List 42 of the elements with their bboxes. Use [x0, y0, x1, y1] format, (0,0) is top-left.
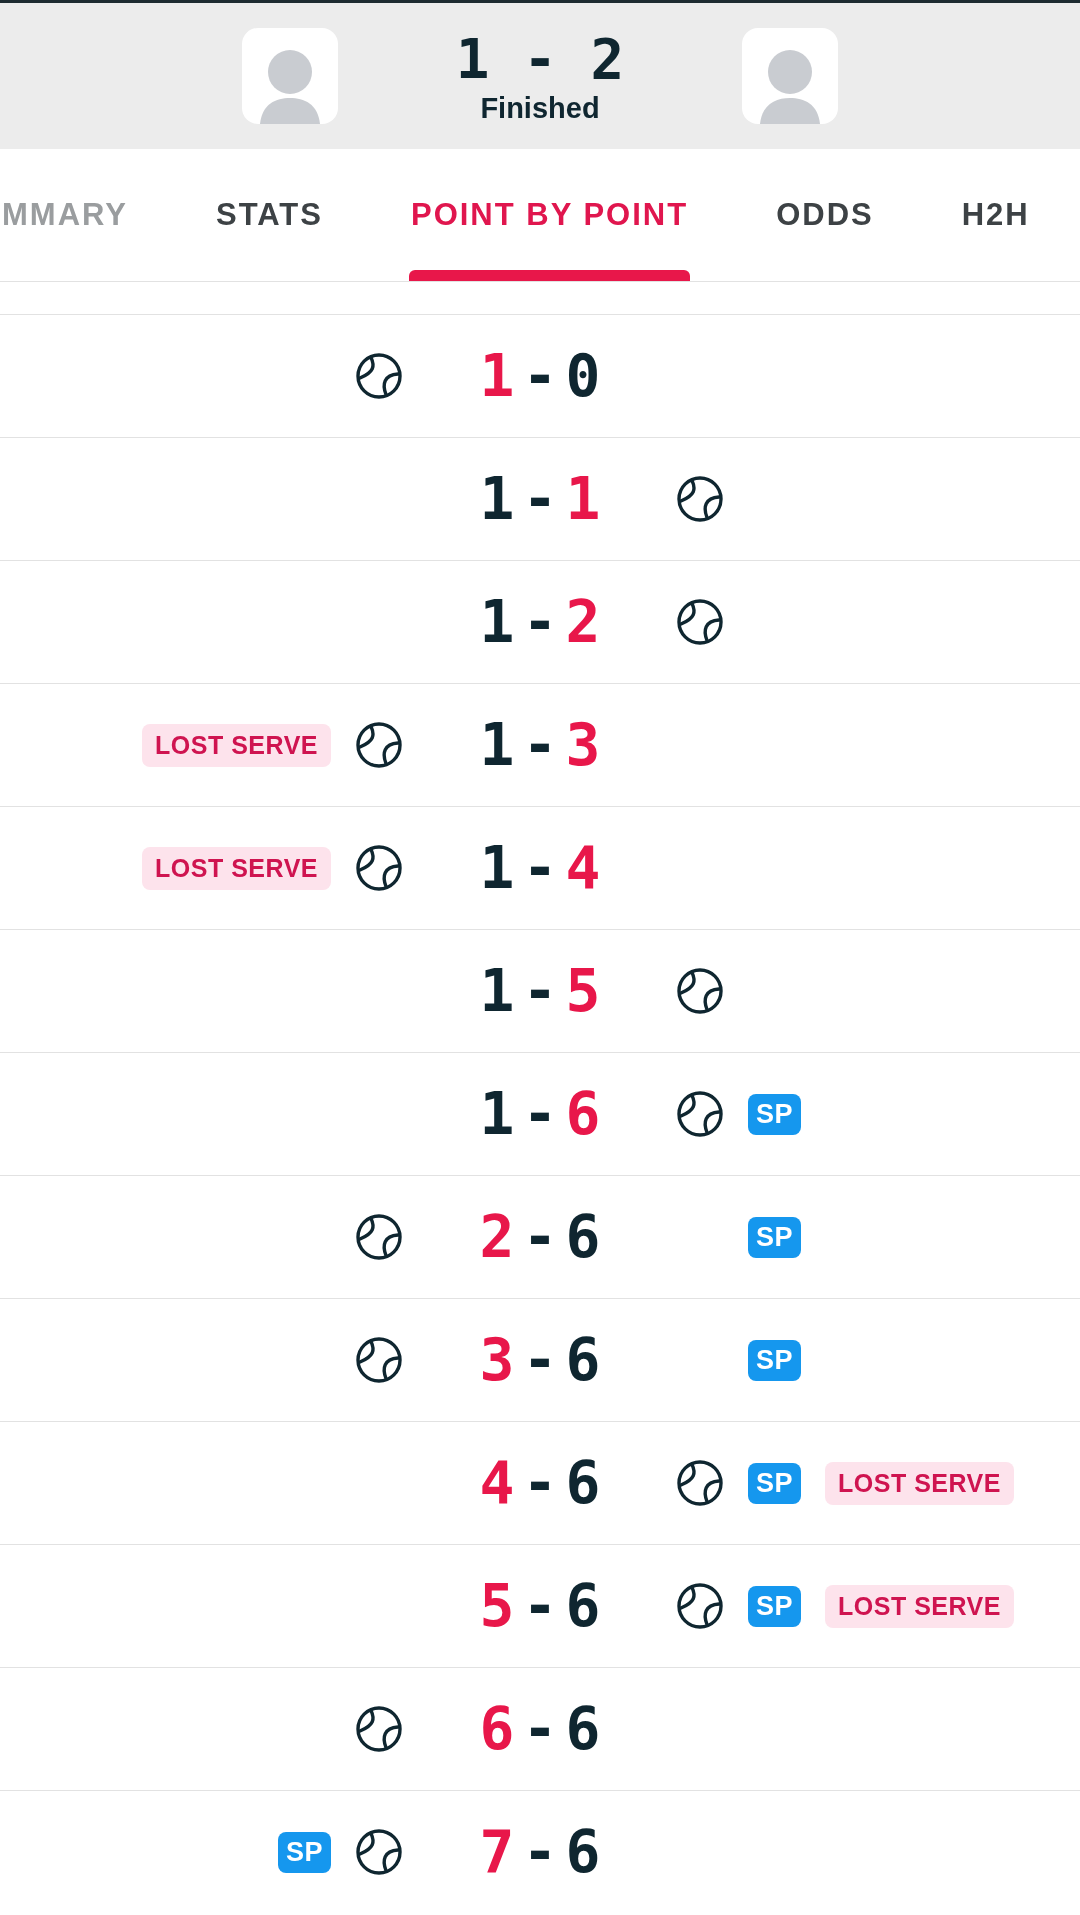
set-point-badge: SP: [748, 1216, 802, 1258]
game-score: 1-0: [479, 342, 601, 410]
tennis-ball-icon: [355, 352, 403, 400]
tennis-ball-icon: [355, 1705, 403, 1753]
game-score: 1-3: [479, 711, 601, 779]
tennis-ball-icon: [676, 475, 724, 523]
tab[interactable]: H2H: [959, 149, 1032, 281]
set-point-badge: SP: [748, 1585, 802, 1627]
match-score: 1 - 2: [455, 27, 625, 90]
tennis-ball-icon: [355, 1336, 403, 1384]
set-point-badge: SP: [277, 1831, 331, 1873]
lost-serve-badge: LOST SERVE: [142, 723, 331, 767]
game-score: 2-6: [479, 1203, 601, 1271]
tab[interactable]: POINT BY POINT: [408, 149, 691, 281]
tennis-ball-icon: [355, 1213, 403, 1261]
tennis-ball-icon: [676, 1582, 724, 1630]
lost-serve-badge: LOST SERVE: [825, 1584, 1014, 1628]
set-point-badge: SP: [748, 1093, 802, 1135]
game-score: 1-4: [479, 834, 601, 902]
game-score: 1-2: [479, 588, 601, 656]
game-score: 7-6: [479, 1818, 601, 1886]
tab[interactable]: ODDS: [774, 149, 876, 281]
tennis-ball-icon: [676, 598, 724, 646]
lost-serve-badge: LOST SERVE: [142, 846, 331, 890]
lost-serve-badge: LOST SERVE: [825, 1461, 1014, 1505]
tennis-ball-icon: [676, 967, 724, 1015]
set-point-badge: SP: [748, 1339, 802, 1381]
game-score: 5-6: [479, 1572, 601, 1640]
tennis-ball-icon: [676, 1090, 724, 1138]
game-score: 1-1: [479, 465, 601, 533]
tennis-ball-icon: [676, 1459, 724, 1507]
match-status: Finished: [480, 91, 600, 125]
set-point-badge: SP: [748, 1462, 802, 1504]
game-score: 3-6: [479, 1326, 601, 1394]
game-score: 4-6: [479, 1449, 601, 1517]
game-score: 6-6: [479, 1695, 601, 1763]
game-score: 1-5: [479, 957, 601, 1025]
tennis-ball-icon: [355, 1828, 403, 1876]
tennis-ball-icon: [355, 721, 403, 769]
game-score: 1-6: [479, 1080, 601, 1148]
tab[interactable]: STATS: [213, 149, 325, 281]
tennis-ball-icon: [355, 844, 403, 892]
